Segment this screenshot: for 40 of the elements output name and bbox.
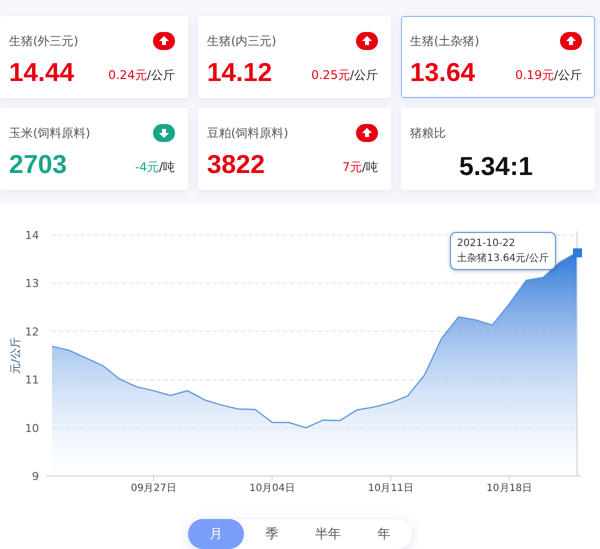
price-card[interactable]: 生猪(内三元) 14.12 0.25元/公斤 [198, 16, 391, 98]
point-marker [573, 248, 582, 258]
card-title: 玉米(饲料原料) [9, 124, 90, 142]
y-tick-label: 10 [25, 422, 39, 435]
card-title: 生猪(土杂猪) [410, 32, 480, 50]
price-value: 2703 [9, 149, 67, 180]
tooltip-date: 2021-10-22 [457, 237, 516, 251]
price-card[interactable]: 生猪(外三元) 14.44 0.24元/公斤 [0, 16, 188, 98]
x-tick-label: 09月27日 [130, 483, 176, 494]
price-value: 14.44 [9, 57, 74, 88]
y-tick-label: 11 [25, 374, 39, 387]
y-tick-label: 13 [25, 277, 39, 290]
price-card[interactable]: 猪粮比 5.34:1 [401, 108, 595, 190]
card-title: 豆粕(饲料原料) [207, 124, 288, 142]
period-tab[interactable]: 年 [356, 519, 412, 549]
card-title: 生猪(内三元) [207, 32, 276, 50]
price-value: 14.12 [207, 57, 272, 88]
x-tick-label: 10月04日 [249, 483, 295, 494]
price-card[interactable]: 玉米(饲料原料) 2703 -4元/吨 [0, 108, 188, 190]
ratio-value: 5.34:1 [458, 151, 534, 182]
y-tick-label: 14 [25, 229, 39, 242]
y-axis-title: 元/公斤 [9, 337, 22, 374]
price-value: 3822 [207, 149, 265, 180]
price-change: 0.25元/公斤 [311, 67, 378, 84]
card-title: 猪粮比 [410, 124, 446, 142]
period-tab[interactable]: 半年 [300, 519, 356, 549]
y-tick-label: 12 [25, 325, 39, 338]
price-change: 0.24元/公斤 [108, 67, 175, 84]
tooltip-text: 土杂猪13.64元/公斤 [457, 252, 549, 266]
price-card[interactable]: 生猪(土杂猪) 13.64 0.19元/公斤 [401, 16, 595, 98]
price-change: 0.19元/公斤 [515, 67, 582, 84]
price-value: 13.64 [410, 57, 476, 88]
price-change: -4元/吨 [134, 159, 175, 176]
price-change: 7元/吨 [342, 159, 378, 176]
period-tab[interactable]: 季 [244, 519, 300, 549]
y-tick-label: 9 [32, 470, 39, 483]
card-title: 生猪(外三元) [9, 32, 78, 50]
x-tick-label: 10月18日 [486, 483, 532, 494]
x-tick-label: 10月11日 [368, 483, 414, 494]
price-card[interactable]: 豆粕(饲料原料) 3822 7元/吨 [198, 108, 391, 190]
